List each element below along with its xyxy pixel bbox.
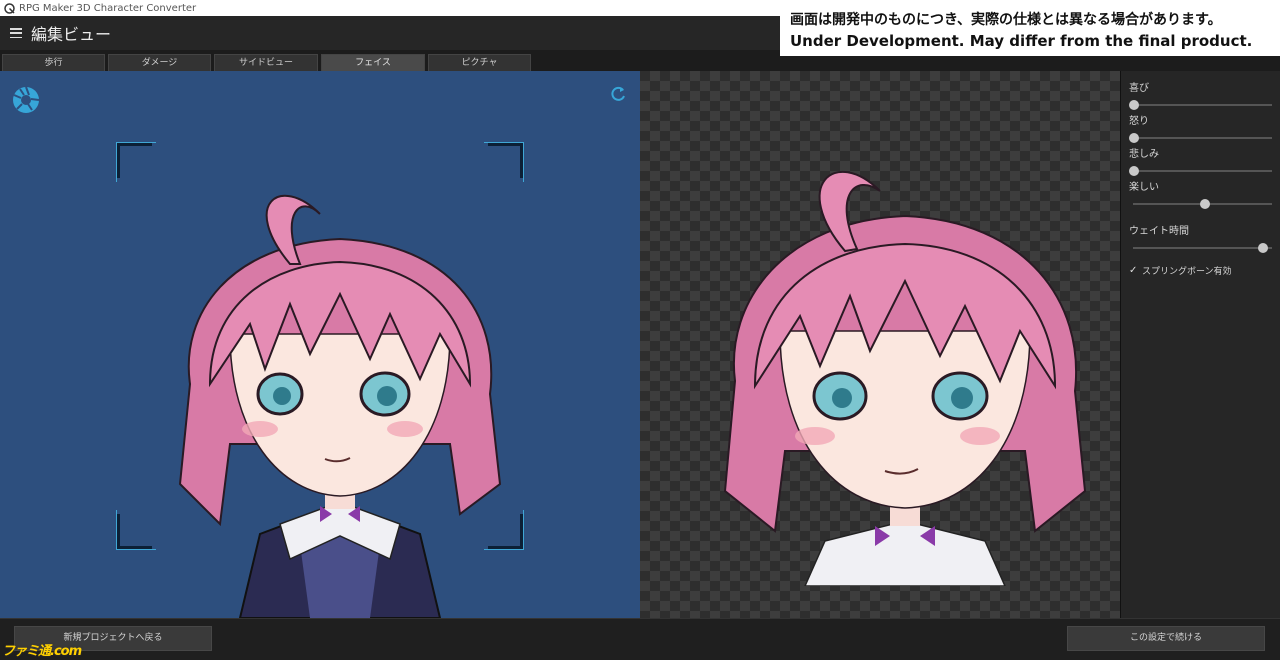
watermark-logo: ファミ通.com — [2, 644, 82, 659]
slider-track — [1133, 170, 1272, 172]
model-preview[interactable] — [0, 71, 640, 618]
continue-button[interactable]: この設定で続ける — [1067, 626, 1265, 651]
slider-thumb[interactable] — [1129, 100, 1139, 110]
crop-frame-bottom-left[interactable] — [116, 510, 156, 550]
slider-label-anger: 怒り — [1129, 116, 1149, 127]
notice-en: Under Development. May differ from the f… — [790, 32, 1253, 50]
slider-thumb[interactable] — [1258, 243, 1268, 253]
app-icon — [4, 2, 15, 14]
window-title: RPG Maker 3D Character Converter — [19, 2, 197, 14]
slider-track — [1133, 247, 1272, 249]
slider-track — [1133, 137, 1272, 139]
tab-sideview[interactable]: サイドビュー — [214, 54, 318, 71]
spring-bone-checkbox[interactable]: ✓ スプリングボーン有効 — [1129, 264, 1272, 277]
character-model — [178, 194, 502, 618]
menu-icon[interactable] — [10, 28, 22, 38]
notice-jp: 画面は開発中のものにつき、実際の仕様とは異なる場合があります。 — [790, 12, 1222, 28]
slider-thumb[interactable] — [1129, 133, 1139, 143]
slider-joy[interactable] — [1129, 96, 1272, 115]
slider-sadness[interactable] — [1129, 162, 1272, 181]
tab-damage[interactable]: ダメージ — [108, 54, 211, 71]
tab-picture[interactable]: ピクチャ — [428, 54, 531, 71]
crop-frame-top-right[interactable] — [484, 142, 524, 182]
footer-bar: 新規プロジェクトへ戻る この設定で続ける — [0, 618, 1280, 660]
slider-thumb[interactable] — [1129, 166, 1139, 176]
slider-anger[interactable] — [1129, 129, 1272, 148]
spring-bone-label: スプリングボーン有効 — [1142, 267, 1232, 277]
face-output-image — [723, 170, 1087, 586]
refresh-icon[interactable] — [608, 84, 628, 104]
page-title: 編集ビュー — [31, 25, 112, 44]
tab-walk[interactable]: 歩行 — [2, 54, 105, 71]
slider-track — [1133, 104, 1272, 106]
slider-label-wait-time: ウェイト時間 — [1129, 226, 1189, 237]
tab-face[interactable]: フェイス — [321, 54, 425, 71]
expression-panel: 喜び 怒り 悲しみ 楽しい ウェイト時間 ✓ スプリングボーン有効 — [1120, 71, 1280, 618]
checkmark-icon: ✓ — [1129, 265, 1138, 276]
slider-wait-time[interactable] — [1129, 239, 1272, 258]
output-preview — [640, 71, 1120, 618]
slider-thumb[interactable] — [1199, 199, 1210, 209]
camera-shutter-icon[interactable] — [12, 86, 40, 114]
slider-label-sadness: 悲しみ — [1129, 149, 1159, 160]
slider-label-joy: 喜び — [1129, 83, 1149, 94]
slider-label-fun: 楽しい — [1129, 182, 1159, 193]
crop-frame-top-left[interactable] — [116, 142, 156, 182]
slider-fun[interactable] — [1129, 195, 1272, 214]
development-notice: 画面は開発中のものにつき、実際の仕様とは異なる場合があります。 Under De… — [780, 6, 1280, 56]
